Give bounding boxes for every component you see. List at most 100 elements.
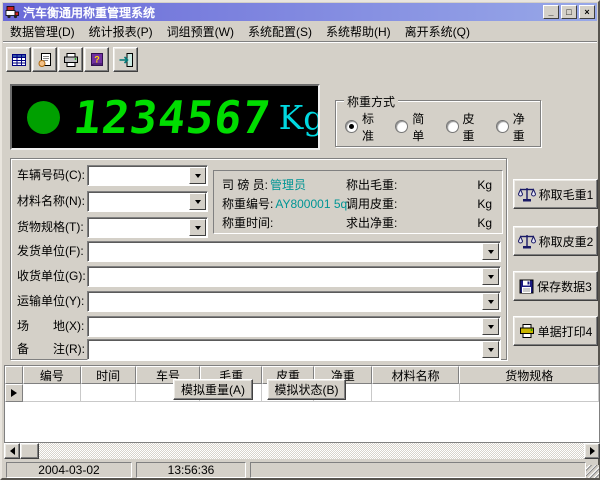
status-bar: 2004-03-02 13:56:36 [4, 461, 600, 479]
floppy-icon [519, 279, 534, 294]
maximize-button[interactable]: □ [561, 5, 577, 19]
weigh-time-label: 称重时间: [222, 214, 273, 231]
chevron-down-icon [488, 348, 494, 352]
menu-item-statistics-report[interactable]: 统计报表(P) [82, 22, 160, 41]
dropdown-button[interactable] [482, 243, 499, 260]
dropdown-button[interactable] [189, 193, 206, 210]
transporter-combo[interactable] [87, 291, 501, 312]
status-date: 2004-03-02 [6, 462, 132, 478]
vehicle-number-combo[interactable] [87, 165, 208, 186]
column-header-spec[interactable]: 货物规格 [459, 366, 599, 384]
cargo-spec-combo[interactable] [87, 217, 208, 238]
chevron-down-icon [488, 325, 494, 329]
arrow-right-icon [590, 447, 595, 455]
radio-mode-simple[interactable]: 简单 [395, 110, 433, 144]
column-header-material[interactable]: 材料名称 [372, 366, 460, 384]
chevron-down-icon [488, 250, 494, 254]
site-label: 场 地(X): [17, 319, 84, 334]
records-table: 编号 时间 车号 毛重 皮重 净重 材料名称 货物规格 [4, 365, 600, 443]
dropdown-button[interactable] [482, 341, 499, 358]
arrow-left-icon [10, 447, 15, 455]
chevron-down-icon [488, 275, 494, 279]
printer-icon [63, 52, 79, 68]
titlebar: 汽车衡通用称重管理系统 _ □ × [3, 3, 597, 21]
material-name-combo[interactable] [87, 191, 208, 212]
net-weight-label: 求出净重: [346, 214, 397, 231]
scale-icon [518, 233, 536, 250]
weigh-no-value: AY800001 5q [273, 197, 347, 211]
toolbar: ? [3, 44, 597, 76]
led-status-lamp-icon [27, 101, 60, 134]
print-receipt-button[interactable]: 单据打印4 [513, 316, 598, 346]
radio-selected-icon [345, 120, 358, 133]
window-title: 汽车衡通用称重管理系统 [23, 4, 541, 21]
dropdown-button[interactable] [189, 219, 206, 236]
radio-icon [446, 120, 459, 133]
save-data-button[interactable]: 保存数据3 [513, 271, 598, 301]
menu-item-phrase-preset[interactable]: 词组预置(W) [160, 22, 241, 41]
weighing-form-group: 车辆号码(C): 材料名称(N): 货物规格(T): 司 磅 员: 管理员 称重… [10, 158, 507, 360]
led-weight-value: 1234567 [71, 95, 273, 140]
shipper-label: 发货单位(F): [17, 244, 84, 259]
print-button[interactable] [58, 47, 83, 72]
cargo-spec-label: 货物规格(T): [17, 220, 84, 235]
simulate-status-button[interactable]: 模拟状态(B) [267, 379, 346, 400]
site-combo[interactable] [87, 316, 501, 337]
svg-text:?: ? [94, 54, 100, 64]
dropdown-button[interactable] [482, 268, 499, 285]
minimize-button[interactable]: _ [543, 5, 559, 19]
tare-weight-label: 调用皮重: [346, 195, 397, 212]
menu-item-exit-system[interactable]: 离开系统(Q) [398, 22, 477, 41]
menu-item-system-help[interactable]: 系统帮助(H) [319, 22, 398, 41]
scrollbar-thumb[interactable] [20, 443, 39, 459]
close-button[interactable]: × [579, 5, 595, 19]
resize-grip[interactable] [586, 465, 599, 478]
help-book-icon: ? [89, 52, 105, 68]
menu-item-data-management[interactable]: 数据管理(D) [3, 22, 82, 41]
scroll-right-button[interactable] [584, 443, 600, 459]
exit-icon [118, 52, 134, 68]
weigh-tare-button[interactable]: 称取皮重2 [513, 226, 598, 256]
operator-label: 司 磅 员: [222, 176, 268, 193]
row-selector-cell[interactable] [5, 384, 23, 402]
report-button[interactable] [32, 47, 57, 72]
dropdown-button[interactable] [482, 318, 499, 335]
chevron-down-icon [488, 300, 494, 304]
weigh-gross-button[interactable]: 称取毛重1 [513, 179, 598, 209]
report-icon [37, 52, 53, 68]
remark-combo[interactable] [87, 339, 501, 360]
data-grid-button[interactable] [6, 47, 31, 72]
printer-icon [519, 323, 535, 339]
column-header-id[interactable]: 编号 [23, 366, 81, 384]
gross-weight-label: 称出毛重: [346, 176, 397, 193]
shipper-combo[interactable] [87, 241, 501, 262]
scale-icon [518, 186, 536, 203]
led-unit-label: Kg [279, 101, 320, 134]
operator-value: 管理员 [268, 176, 344, 193]
chevron-down-icon [195, 174, 201, 178]
led-weight-display: 1234567 Kg [10, 84, 320, 150]
menu-item-system-config[interactable]: 系统配置(S) [241, 22, 319, 41]
weigh-mode-group: 称重方式 标准 简单 皮重 净重 [335, 100, 541, 147]
radio-mode-net[interactable]: 净重 [496, 110, 534, 144]
horizontal-scrollbar[interactable] [4, 443, 600, 459]
simulate-weight-button[interactable]: 模拟重量(A) [173, 379, 253, 400]
receiver-combo[interactable] [87, 266, 501, 287]
vehicle-number-label: 车辆号码(C): [17, 168, 85, 183]
receiver-label: 收货单位(G): [17, 269, 86, 284]
chevron-down-icon [195, 226, 201, 230]
row-selector-header [5, 366, 23, 384]
dropdown-button[interactable] [189, 167, 206, 184]
scroll-left-button[interactable] [4, 443, 20, 459]
column-header-time[interactable]: 时间 [81, 366, 136, 384]
radio-mode-standard[interactable]: 标准 [345, 110, 383, 144]
dropdown-button[interactable] [482, 293, 499, 310]
weighing-info-panel: 司 磅 员: 管理员 称重编号: AY800001 5q 称重时间: 称出毛重:… [213, 170, 503, 234]
material-name-label: 材料名称(N): [17, 194, 85, 209]
exit-button[interactable] [113, 47, 138, 72]
help-button[interactable]: ? [84, 47, 109, 72]
radio-mode-tare[interactable]: 皮重 [446, 110, 484, 144]
app-truck-icon [5, 5, 19, 19]
weigh-no-label: 称重编号: [222, 195, 273, 212]
tare-weight-unit: Kg [477, 197, 492, 211]
